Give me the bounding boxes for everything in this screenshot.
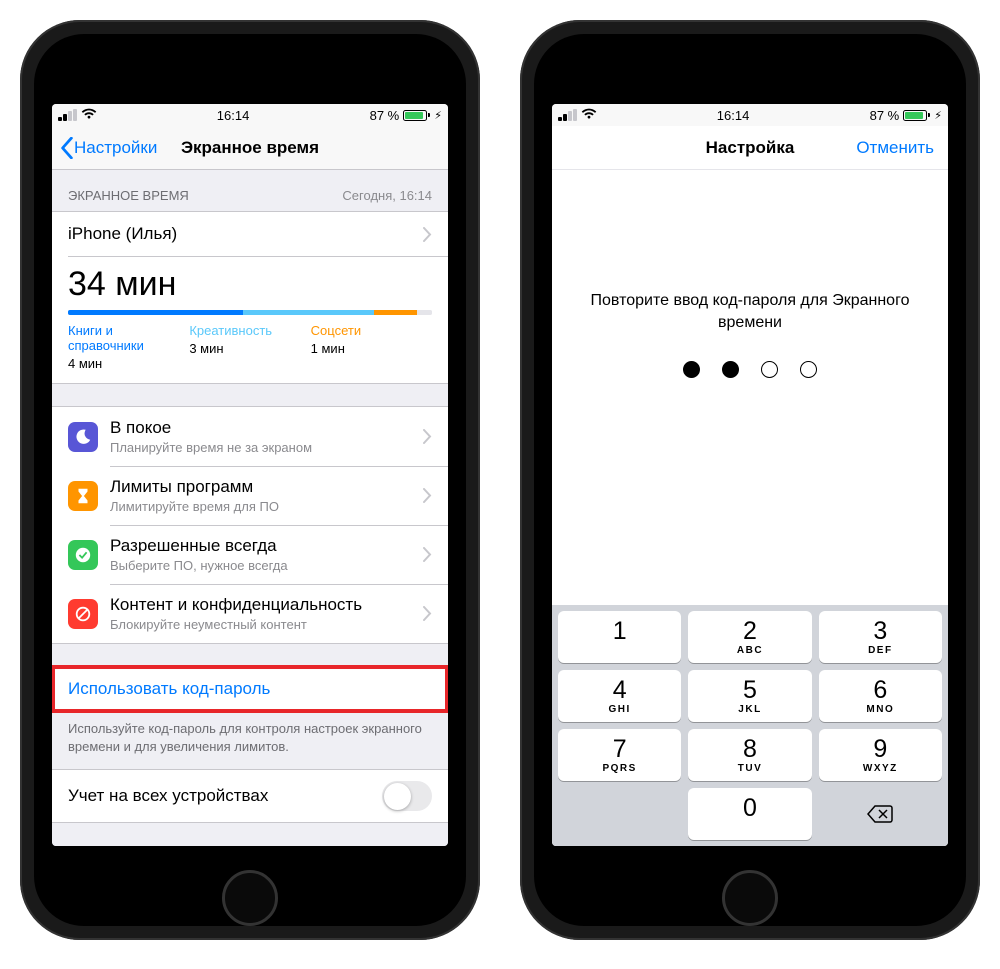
row-title: Лимиты программ [110, 477, 417, 497]
bar-segment [243, 310, 374, 315]
chevron-right-icon [423, 429, 432, 444]
keypad-key-8[interactable]: 8TUV [688, 729, 811, 781]
passcode-note: Используйте код-пароль для контроля наст… [52, 712, 448, 769]
settings-row[interactable]: В покое Планируйте время не за экраном [52, 407, 448, 466]
keypad-key-4[interactable]: 4GHI [558, 670, 681, 722]
category-value: 1 мин [311, 341, 432, 356]
keypad-key-0[interactable]: 0 [688, 788, 811, 840]
settings-row[interactable]: Разрешенные всегда Выберите ПО, нужное вс… [52, 525, 448, 584]
wifi-icon [81, 107, 97, 124]
wifi-icon [581, 107, 597, 124]
keypad-key-5[interactable]: 5JKL [688, 670, 811, 722]
category-name: Креативность [189, 323, 310, 338]
charging-icon: ⚡︎ [434, 109, 442, 122]
status-bar: 16:14 87 % ⚡︎ [552, 104, 948, 126]
keypad-key-3[interactable]: 3DEF [819, 611, 942, 663]
home-button[interactable] [722, 870, 778, 926]
passcode-dot [800, 361, 817, 378]
share-toggle[interactable] [382, 781, 432, 811]
keypad-key-1[interactable]: 1 [558, 611, 681, 663]
category-value: 3 мин [189, 341, 310, 356]
chevron-right-icon [423, 606, 432, 621]
usage-bar [68, 310, 432, 315]
category-name: Книги и справочники [68, 323, 189, 353]
nav-bar: Настройка Отменить [552, 126, 948, 170]
total-time: 34 мин [52, 257, 448, 310]
category-value: 4 мин [68, 356, 189, 371]
chevron-right-icon [423, 547, 432, 562]
keypad-delete[interactable] [819, 788, 942, 840]
battery-icon [903, 110, 930, 121]
signal-icon [58, 109, 77, 121]
battery-percent: 87 % [370, 108, 400, 123]
keypad-key-6[interactable]: 6MNO [819, 670, 942, 722]
passcode-prompt: Повторите ввод код-пароля для Экранного … [552, 290, 948, 335]
battery-icon [403, 110, 430, 121]
share-devices-row[interactable]: Учет на всех устройствах [52, 770, 448, 822]
category-item: Соцсети 1 мин [311, 323, 432, 371]
section-header: ЭКРАННОЕ ВРЕМЯ Сегодня, 16:14 [52, 170, 448, 211]
screen-right: 16:14 87 % ⚡︎ Настройка Отменить Повтори… [552, 104, 948, 846]
category-item: Книги и справочники 4 мин [68, 323, 189, 371]
keypad-key-9[interactable]: 9WXYZ [819, 729, 942, 781]
battery-percent: 87 % [870, 108, 900, 123]
phone-frame-left: 16:14 87 % ⚡︎ Настройки Экранное время [20, 20, 480, 940]
charging-icon: ⚡︎ [934, 109, 942, 122]
passcode-dot [683, 361, 700, 378]
status-time: 16:14 [717, 108, 750, 123]
chevron-right-icon [423, 488, 432, 503]
chevron-right-icon [423, 227, 432, 242]
category-row: Книги и справочники 4 мин Креативность 3 ми… [52, 323, 448, 383]
row-title: Разрешенные всегда [110, 536, 417, 556]
bar-segment [374, 310, 418, 315]
keypad: 1 2ABC3DEF 4GHI5JKL6MNO 7PQRS8TUV9WXYZ0 [552, 605, 948, 846]
nav-bar: Настройки Экранное время [52, 126, 448, 170]
phone-frame-right: 16:14 87 % ⚡︎ Настройка Отменить Повтори… [520, 20, 980, 940]
back-button[interactable]: Настройки [60, 137, 157, 159]
row-subtitle: Лимитируйте время для ПО [110, 499, 417, 514]
category-name: Соцсети [311, 323, 432, 338]
cancel-button[interactable]: Отменить [856, 138, 940, 158]
row-title: В покое [110, 418, 417, 438]
settings-row[interactable]: Лимиты программ Лимитируйте время для ПО [52, 466, 448, 525]
row-subtitle: Планируйте время не за экраном [110, 440, 417, 455]
hourglass-icon [68, 481, 98, 511]
moon-icon [68, 422, 98, 452]
passcode-dots [683, 361, 817, 378]
section-header-time: Сегодня, 16:14 [342, 188, 432, 203]
share-devices-label: Учет на всех устройствах [68, 786, 382, 806]
status-bar: 16:14 87 % ⚡︎ [52, 104, 448, 126]
signal-icon [558, 109, 577, 121]
keypad-blank [558, 788, 681, 840]
passcode-cell[interactable]: Использовать код-пароль [52, 666, 448, 712]
settings-row[interactable]: Контент и конфиденциальность Блокируйте н… [52, 584, 448, 643]
status-time: 16:14 [217, 108, 250, 123]
nosign-icon [68, 599, 98, 629]
passcode-dot [722, 361, 739, 378]
keypad-key-2[interactable]: 2ABC [688, 611, 811, 663]
row-subtitle: Блокируйте неуместный контент [110, 617, 417, 632]
back-label: Настройки [74, 138, 157, 158]
category-item: Креативность 3 мин [189, 323, 310, 371]
screen-left: 16:14 87 % ⚡︎ Настройки Экранное время [52, 104, 448, 846]
bar-segment [68, 310, 243, 315]
row-title: Контент и конфиденциальность [110, 595, 417, 615]
passcode-link: Использовать код-пароль [68, 679, 270, 699]
row-subtitle: Выберите ПО, нужное всегда [110, 558, 417, 573]
device-label: iPhone (Илья) [68, 224, 417, 244]
device-row[interactable]: iPhone (Илья) [52, 212, 448, 256]
passcode-dot [761, 361, 778, 378]
home-button[interactable] [222, 870, 278, 926]
section-header-label: ЭКРАННОЕ ВРЕМЯ [68, 188, 189, 203]
check-icon [68, 540, 98, 570]
keypad-key-7[interactable]: 7PQRS [558, 729, 681, 781]
